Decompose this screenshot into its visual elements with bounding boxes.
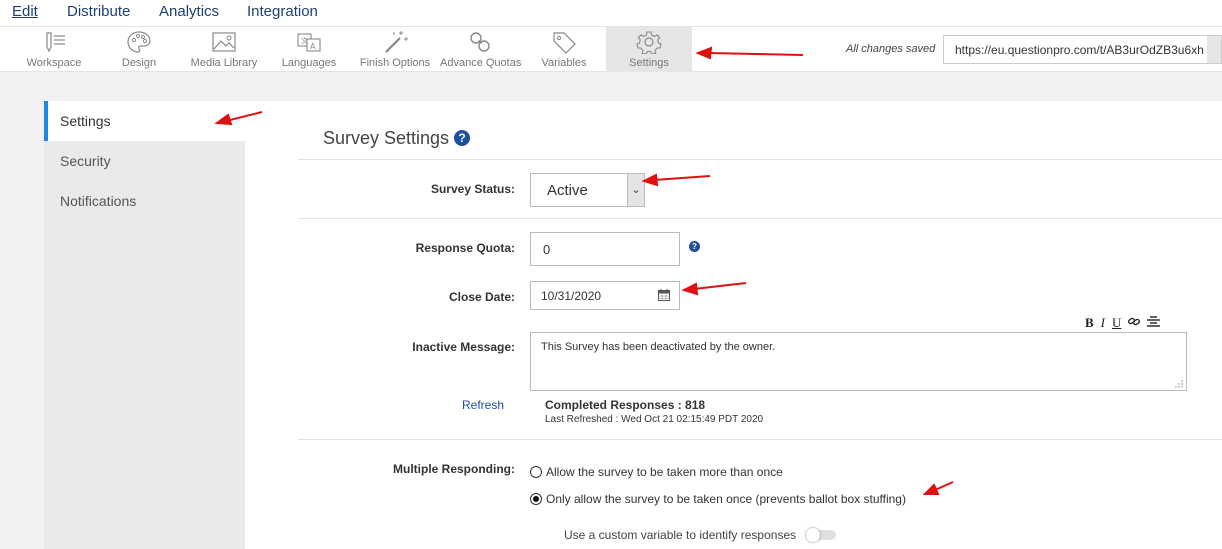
- help-icon[interactable]: ?: [454, 130, 470, 146]
- divider: [298, 439, 1222, 440]
- radio-label: Only allow the survey to be taken once (…: [546, 492, 906, 506]
- chevron-down-icon[interactable]: ⌄: [627, 174, 644, 206]
- divider: [298, 159, 1222, 160]
- calendar-icon[interactable]: [658, 289, 670, 301]
- tool-label: Finish Options: [359, 57, 431, 69]
- tool-label: Media Library: [190, 57, 258, 69]
- top-nav: Edit Distribute Analytics Integration: [0, 0, 1222, 26]
- survey-status-select[interactable]: Active ⌄: [530, 173, 645, 207]
- tool-design[interactable]: Design: [110, 27, 168, 72]
- gear-icon: [636, 30, 662, 55]
- tool-finish-options[interactable]: Finish Options: [358, 27, 432, 72]
- tool-label: Variables: [541, 57, 587, 69]
- align-center-icon[interactable]: [1147, 315, 1161, 331]
- tool-advance-quotas[interactable]: Advance Quotas: [440, 27, 522, 72]
- nav-distribute[interactable]: Distribute: [67, 3, 130, 20]
- svg-text:文: 文: [301, 36, 308, 45]
- toolbar: Workspace Design Media Library 文A Langua…: [0, 26, 1222, 72]
- workspace-icon: [41, 30, 67, 54]
- settings-sidebar: Settings Security Notifications: [44, 101, 245, 549]
- tool-settings[interactable]: Settings: [606, 27, 692, 72]
- nav-edit[interactable]: Edit: [12, 3, 38, 20]
- inactive-message-textarea[interactable]: This Survey has been deactivated by the …: [530, 332, 1187, 391]
- inactive-message-value: This Survey has been deactivated by the …: [541, 341, 776, 353]
- tool-label: Workspace: [26, 57, 82, 69]
- tool-languages[interactable]: 文A Languages: [278, 27, 340, 72]
- survey-url-text: https://eu.questionpro.com/t/AB3urOdZB3u…: [955, 43, 1204, 57]
- survey-url-field[interactable]: https://eu.questionpro.com/t/AB3urOdZB3u…: [943, 35, 1222, 64]
- tool-label: Advance Quotas: [440, 57, 522, 69]
- tool-media-library[interactable]: Media Library: [188, 27, 260, 72]
- radio-label: Allow the survey to be taken more than o…: [546, 465, 783, 479]
- underline-button[interactable]: U: [1112, 315, 1121, 331]
- link-icon[interactable]: [1128, 315, 1141, 331]
- close-date-input[interactable]: 10/31/2020: [530, 281, 680, 310]
- tag-icon: [551, 30, 577, 54]
- survey-status-label: Survey Status:: [430, 182, 515, 196]
- page-title: Survey Settings: [323, 128, 450, 148]
- tool-label: Design: [121, 57, 157, 69]
- radio-button[interactable]: [530, 493, 542, 505]
- settings-panel: Survey Settings ? Survey Status: Active …: [245, 101, 1222, 549]
- tool-variables[interactable]: Variables: [535, 27, 593, 72]
- svg-text:A: A: [310, 42, 316, 51]
- divider: [298, 218, 1222, 219]
- sidebar-item-security[interactable]: Security: [44, 141, 245, 181]
- save-status: All changes saved: [846, 43, 936, 55]
- translate-icon: 文A: [296, 30, 322, 54]
- copy-url-button[interactable]: [1207, 36, 1221, 63]
- tool-workspace[interactable]: Workspace: [20, 27, 88, 72]
- tool-label: Settings: [629, 57, 669, 69]
- radio-option-once[interactable]: Only allow the survey to be taken once (…: [530, 492, 906, 506]
- last-refreshed: Last Refreshed : Wed Oct 21 02:15:49 PDT…: [545, 414, 764, 425]
- palette-icon: [126, 30, 152, 54]
- custom-variable-label: Use a custom variable to identify respon…: [564, 528, 797, 542]
- survey-status-value: Active: [547, 182, 588, 199]
- multiple-responding-label: Multiple Responding:: [393, 462, 515, 476]
- response-quota-input[interactable]: 0: [530, 232, 680, 266]
- image-icon: [211, 30, 237, 54]
- nav-integration[interactable]: Integration: [247, 3, 318, 20]
- bold-button[interactable]: B: [1085, 315, 1094, 331]
- magic-wand-icon: [382, 30, 408, 54]
- chain-icon: [467, 30, 493, 54]
- refresh-link[interactable]: Refresh: [462, 398, 504, 412]
- inactive-message-label: Inactive Message:: [412, 340, 515, 354]
- sidebar-item-notifications[interactable]: Notifications: [44, 181, 245, 221]
- tool-label: Languages: [281, 57, 337, 69]
- italic-button[interactable]: I: [1101, 315, 1105, 331]
- radio-button[interactable]: [530, 466, 542, 478]
- response-quota-label: Response Quota:: [415, 241, 515, 255]
- resize-grip-icon[interactable]: [1175, 379, 1183, 388]
- rich-text-toolbar: BIU: [1085, 315, 1167, 331]
- close-date-value: 10/31/2020: [541, 289, 602, 303]
- radio-option-multiple[interactable]: Allow the survey to be taken more than o…: [530, 465, 783, 479]
- close-date-label: Close Date:: [448, 290, 515, 304]
- custom-variable-toggle[interactable]: [806, 528, 838, 542]
- help-icon[interactable]: ?: [689, 241, 700, 252]
- completed-responses: Completed Responses : 818: [545, 398, 706, 412]
- nav-analytics[interactable]: Analytics: [159, 3, 219, 20]
- sidebar-item-settings[interactable]: Settings: [44, 101, 245, 141]
